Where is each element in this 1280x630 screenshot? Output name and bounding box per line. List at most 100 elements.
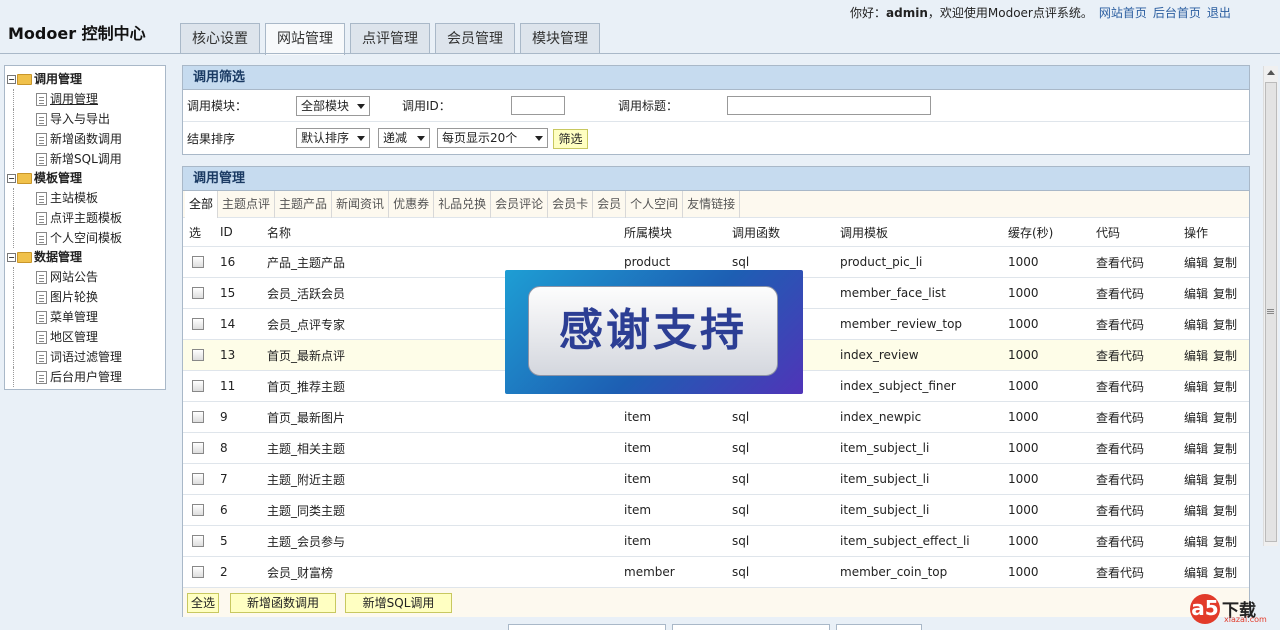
view-code-link[interactable]: 查看代码 — [1096, 495, 1184, 525]
copy-link[interactable]: 复制 — [1213, 316, 1237, 333]
category-tab[interactable]: 新闻资讯 — [332, 190, 390, 218]
vertical-scrollbar[interactable] — [1263, 66, 1278, 546]
table-row: 8 主题_相关主题 item sql item_subject_li 1000 查看代码 编辑… — [183, 433, 1249, 464]
sidebar-item[interactable]: 网站公告 — [13, 267, 165, 287]
sort-select[interactable]: 默认排序 — [296, 128, 370, 148]
copy-link[interactable]: 复制 — [1213, 378, 1237, 395]
add-sql-call-button[interactable]: 新增SQL调用 — [345, 593, 452, 613]
sidebar-item[interactable]: 新增SQL调用 — [13, 149, 165, 169]
scrollbar-thumb[interactable] — [1265, 82, 1277, 542]
row-checkbox[interactable] — [192, 473, 204, 485]
edit-link[interactable]: 编辑 — [1184, 564, 1208, 581]
sidebar-item[interactable]: 导入与导出 — [13, 109, 165, 129]
edit-link[interactable]: 编辑 — [1184, 316, 1208, 333]
edit-link[interactable]: 编辑 — [1184, 378, 1208, 395]
copy-link[interactable]: 复制 — [1213, 347, 1237, 364]
link-site-home[interactable]: 网站首页 — [1099, 6, 1147, 20]
row-checkbox[interactable] — [192, 380, 204, 392]
copy-link[interactable]: 复制 — [1213, 564, 1237, 581]
collapse-icon[interactable]: − — [7, 253, 16, 262]
view-code-link[interactable]: 查看代码 — [1096, 247, 1184, 277]
tab-member-management[interactable]: 会员管理 — [435, 23, 515, 54]
view-code-link[interactable]: 查看代码 — [1096, 309, 1184, 339]
category-tab[interactable]: 主题点评 — [218, 190, 276, 218]
copy-link[interactable]: 复制 — [1213, 285, 1237, 302]
collapse-icon[interactable]: − — [7, 75, 16, 84]
call-title-input[interactable] — [727, 96, 931, 115]
sidebar-group-header[interactable]: − 调用管理 — [7, 70, 165, 89]
sidebar-item[interactable]: 后台用户管理 — [13, 367, 165, 387]
view-code-link[interactable]: 查看代码 — [1096, 402, 1184, 432]
copy-link[interactable]: 复制 — [1213, 409, 1237, 426]
edit-link[interactable]: 编辑 — [1184, 409, 1208, 426]
sidebar-item[interactable]: 调用管理 — [13, 89, 165, 109]
category-tab[interactable]: 全部 — [185, 190, 219, 218]
cell-cache: 1000 — [1008, 348, 1039, 362]
collapse-icon[interactable]: − — [7, 174, 16, 183]
edit-link[interactable]: 编辑 — [1184, 533, 1208, 550]
per-page-select[interactable]: 每页显示20个 — [437, 128, 548, 148]
row-checkbox[interactable] — [192, 287, 204, 299]
view-code-link[interactable]: 查看代码 — [1096, 278, 1184, 308]
order-select[interactable]: 递减 — [378, 128, 430, 148]
row-checkbox[interactable] — [192, 318, 204, 330]
row-checkbox[interactable] — [192, 349, 204, 361]
row-checkbox[interactable] — [192, 442, 204, 454]
view-code-link[interactable]: 查看代码 — [1096, 433, 1184, 463]
copy-link[interactable]: 复制 — [1213, 471, 1237, 488]
select-all-button[interactable]: 全选 — [187, 593, 219, 613]
edit-link[interactable]: 编辑 — [1184, 285, 1208, 302]
filter-submit-button[interactable]: 筛选 — [553, 129, 588, 149]
view-code-link[interactable]: 查看代码 — [1096, 464, 1184, 494]
tab-review-management[interactable]: 点评管理 — [350, 23, 430, 54]
view-code-link[interactable]: 查看代码 — [1096, 557, 1184, 587]
sidebar-item[interactable]: 词语过滤管理 — [13, 347, 165, 367]
edit-link[interactable]: 编辑 — [1184, 471, 1208, 488]
row-checkbox[interactable] — [192, 566, 204, 578]
row-checkbox[interactable] — [192, 504, 204, 516]
category-tab[interactable]: 会员卡 — [548, 190, 594, 218]
tab-core-settings[interactable]: 核心设置 — [180, 23, 260, 54]
sidebar-item[interactable]: 点评主题模板 — [13, 208, 165, 228]
edit-link[interactable]: 编辑 — [1184, 502, 1208, 519]
id-input[interactable] — [511, 96, 565, 115]
sidebar-item[interactable]: 个人空间模板 — [13, 228, 165, 248]
scroll-up-icon[interactable] — [1267, 70, 1275, 75]
category-tab[interactable]: 主题产品 — [275, 190, 333, 218]
category-tab[interactable]: 友情链接 — [683, 190, 741, 218]
category-tab[interactable]: 会员 — [593, 190, 627, 218]
copy-link[interactable]: 复制 — [1213, 502, 1237, 519]
view-code-link[interactable]: 查看代码 — [1096, 371, 1184, 401]
copy-link[interactable]: 复制 — [1213, 533, 1237, 550]
row-select-cell — [183, 278, 220, 308]
category-tab[interactable]: 会员评论 — [491, 190, 549, 218]
sidebar-item[interactable]: 图片轮换 — [13, 287, 165, 307]
edit-link[interactable]: 编辑 — [1184, 440, 1208, 457]
sidebar-group-header[interactable]: − 数据管理 — [7, 248, 165, 267]
category-tab[interactable]: 礼品兑换 — [434, 190, 492, 218]
row-checkbox[interactable] — [192, 411, 204, 423]
link-logout[interactable]: 退出 — [1207, 6, 1231, 20]
sidebar-group-header[interactable]: − 模板管理 — [7, 169, 165, 188]
row-checkbox[interactable] — [192, 535, 204, 547]
view-code-link[interactable]: 查看代码 — [1096, 340, 1184, 370]
copy-link[interactable]: 复制 — [1213, 440, 1237, 457]
edit-link[interactable]: 编辑 — [1184, 254, 1208, 271]
sidebar-item[interactable]: 菜单管理 — [13, 307, 165, 327]
category-tab[interactable]: 个人空间 — [626, 190, 684, 218]
sidebar-item[interactable]: 新增函数调用 — [13, 129, 165, 149]
sidebar-group-title: 调用管理 — [34, 72, 83, 86]
edit-link[interactable]: 编辑 — [1184, 347, 1208, 364]
view-code-link[interactable]: 查看代码 — [1096, 526, 1184, 556]
link-admin-home[interactable]: 后台首页 — [1153, 6, 1201, 20]
copy-link[interactable]: 复制 — [1213, 254, 1237, 271]
tab-module-management[interactable]: 模块管理 — [520, 23, 600, 54]
row-checkbox[interactable] — [192, 256, 204, 268]
document-icon — [36, 191, 47, 205]
module-select[interactable]: 全部模块 — [296, 95, 370, 116]
sidebar-item[interactable]: 主站模板 — [13, 188, 165, 208]
add-function-call-button[interactable]: 新增函数调用 — [230, 593, 336, 613]
tab-site-management[interactable]: 网站管理 — [265, 23, 345, 55]
category-tab[interactable]: 优惠券 — [389, 190, 435, 218]
sidebar-item[interactable]: 地区管理 — [13, 327, 165, 347]
